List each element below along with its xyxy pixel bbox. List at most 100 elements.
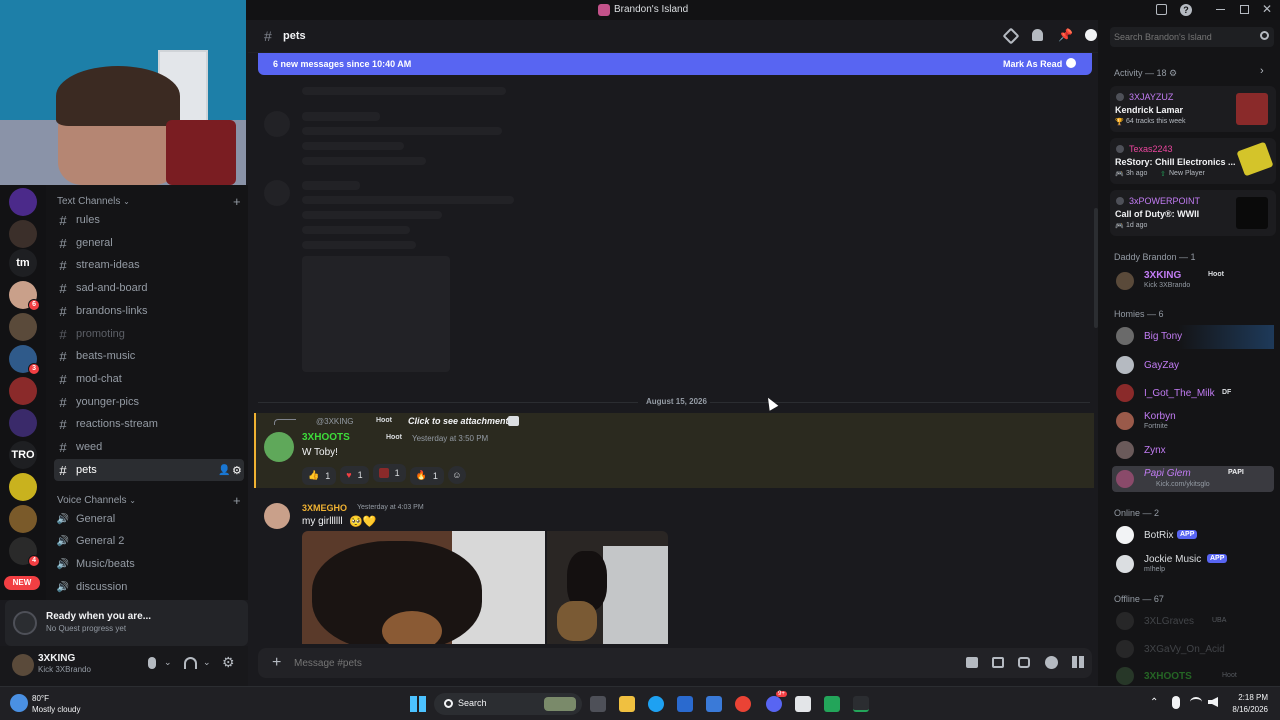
avatar[interactable] <box>1116 612 1134 630</box>
channel-item-brandons-links[interactable]: # brandons-links <box>54 300 244 322</box>
server-icon-tro[interactable]: TRO <box>9 441 37 469</box>
chevron-right-icon[interactable]: › <box>1260 65 1264 77</box>
member-name[interactable]: BotRix <box>1144 530 1173 541</box>
member-name[interactable]: Jockie Music <box>1144 554 1201 565</box>
new-messages-bar[interactable]: 6 new messages since 10:40 AM Mark As Re… <box>258 53 1092 75</box>
emoji-picker-icon[interactable] <box>1045 656 1058 669</box>
pin-icon[interactable]: 📌 <box>1058 28 1073 42</box>
maximize-icon[interactable] <box>1240 5 1249 14</box>
avatar[interactable] <box>1116 441 1134 459</box>
reaction-heart[interactable]: ♥ 1 <box>340 466 369 484</box>
reply-author[interactable]: @3XKING <box>316 417 353 426</box>
gear-icon[interactable]: ⚙ <box>232 464 242 477</box>
file-explorer-icon[interactable] <box>619 696 635 712</box>
reply-text[interactable]: Click to see attachment <box>408 416 509 426</box>
channel-item-reactions-stream[interactable]: # reactions-stream <box>54 413 244 435</box>
channel-item-general[interactable]: # general <box>54 232 244 254</box>
microphone-icon[interactable] <box>148 657 156 669</box>
avatar[interactable] <box>1116 470 1134 488</box>
channel-item-mod-chat[interactable]: # mod-chat <box>54 368 244 390</box>
capcut-icon[interactable] <box>795 696 811 712</box>
avatar[interactable] <box>264 503 290 529</box>
chevron-up-icon[interactable]: ⌃ <box>1150 697 1158 708</box>
volume-icon[interactable] <box>1208 697 1218 707</box>
add-channel-icon[interactable]: + <box>233 194 241 209</box>
server-icon[interactable]: 6 <box>9 281 40 311</box>
add-reaction-button[interactable]: ☺ <box>447 466 466 484</box>
server-icon[interactable] <box>9 188 37 216</box>
member-name[interactable]: Zynx <box>1144 445 1166 456</box>
voice-channel-item[interactable]: 🔊 discussion <box>54 576 244 598</box>
message-author[interactable]: 3XMEGHO <box>302 503 347 513</box>
server-icon[interactable] <box>9 409 37 437</box>
server-icon-tm[interactable]: tm <box>9 249 37 277</box>
member-name[interactable]: 3XGaVy_On_Acid <box>1144 644 1225 655</box>
member-name[interactable]: Big Tony <box>1144 331 1182 342</box>
add-attachment-icon[interactable]: + <box>272 654 281 672</box>
gif-icon[interactable] <box>992 657 1004 668</box>
attachment-image[interactable] <box>547 531 668 644</box>
help-icon[interactable]: ? <box>1180 4 1192 16</box>
server-icon[interactable] <box>9 505 37 533</box>
channel-item-weed[interactable]: # weed <box>54 436 244 458</box>
avatar[interactable] <box>1116 384 1134 402</box>
activity-card[interactable]: 3XJAYZUZ Kendrick Lamar 🏆 64 tracks this… <box>1110 86 1276 132</box>
server-icon[interactable]: 3 <box>9 345 40 375</box>
new-badge[interactable]: NEW <box>4 576 40 590</box>
microphone-icon[interactable] <box>1172 696 1180 709</box>
invite-icon[interactable]: 👤 <box>218 465 230 476</box>
avatar[interactable] <box>12 654 34 676</box>
voice-channels-category[interactable]: Voice Channels ⌄ + <box>57 493 241 508</box>
inbox-icon[interactable] <box>1156 4 1167 15</box>
reaction-emoji[interactable]: 1 <box>372 464 406 482</box>
avatar[interactable] <box>1116 667 1134 685</box>
minimize-icon[interactable] <box>1216 9 1225 10</box>
channel-item-rules[interactable]: # rules <box>54 209 244 231</box>
message-author[interactable]: 3XHOOTS <box>302 432 350 443</box>
highlighted-message[interactable]: @3XKING Hoot Click to see attachment 3XH… <box>254 413 1094 488</box>
attachment-image[interactable] <box>302 531 545 644</box>
search-input[interactable] <box>1114 30 1252 44</box>
member-list-icon[interactable] <box>1085 29 1097 41</box>
channel-item-promoting[interactable]: # promoting <box>54 323 244 345</box>
quest-panel[interactable]: Ready when you are... No Quest progress … <box>5 600 248 646</box>
add-channel-icon[interactable]: + <box>233 493 241 508</box>
chevron-down-icon[interactable]: ⌄ <box>164 657 172 668</box>
reaction-thumbs-up[interactable]: 👍 1 <box>302 466 337 485</box>
member-name[interactable]: 3XKING <box>1144 270 1181 281</box>
voice-channel-item[interactable]: 🔊 General <box>54 508 244 530</box>
member-name[interactable]: I_Got_The_Milk <box>1144 388 1215 399</box>
member-name[interactable]: 3XLGraves <box>1144 616 1194 627</box>
gift-icon[interactable] <box>966 657 978 668</box>
member-name[interactable]: 3XHOOTS <box>1144 671 1192 682</box>
sticker-icon[interactable] <box>1018 657 1030 668</box>
bell-icon[interactable] <box>1032 29 1043 41</box>
search-box[interactable] <box>1110 27 1274 47</box>
avatar[interactable] <box>1116 640 1134 658</box>
channel-item-sad-and-board[interactable]: # sad-and-board <box>54 277 244 299</box>
avatar[interactable] <box>264 432 294 462</box>
channel-item-beats-music[interactable]: # beats-music <box>54 345 244 367</box>
search-icon[interactable] <box>1260 31 1269 40</box>
text-channels-category[interactable]: Text Channels ⌄ + <box>57 194 241 209</box>
activity-card[interactable]: 3xPOWERPOINT Call of Duty®: WWII 🎮 1d ag… <box>1110 190 1276 236</box>
avatar[interactable] <box>1116 555 1134 573</box>
voice-channel-item[interactable]: 🔊 Music/beats <box>54 553 244 575</box>
threads-icon[interactable] <box>1002 27 1020 45</box>
outlook-icon[interactable] <box>677 696 693 712</box>
server-icon[interactable]: 4 <box>9 537 40 567</box>
voice-channel-item[interactable]: 🔊 General 2 <box>54 530 244 552</box>
activity-header[interactable]: Activity — 18 ⚙ <box>1114 68 1177 79</box>
app-icon[interactable] <box>853 696 869 712</box>
server-icon[interactable] <box>9 473 37 501</box>
chevron-down-icon[interactable]: ⌄ <box>203 657 211 668</box>
avatar[interactable] <box>1116 356 1134 374</box>
server-icon[interactable] <box>9 313 37 341</box>
member-name[interactable]: GayZay <box>1144 360 1179 371</box>
avatar[interactable] <box>1116 327 1134 345</box>
message-input[interactable] <box>294 654 894 672</box>
channel-item-younger-pics[interactable]: # younger-pics <box>54 391 244 413</box>
clock-time[interactable]: 2:18 PM <box>1224 693 1268 702</box>
member-name[interactable]: Korbyn <box>1144 411 1176 422</box>
kick-icon[interactable] <box>824 696 840 712</box>
